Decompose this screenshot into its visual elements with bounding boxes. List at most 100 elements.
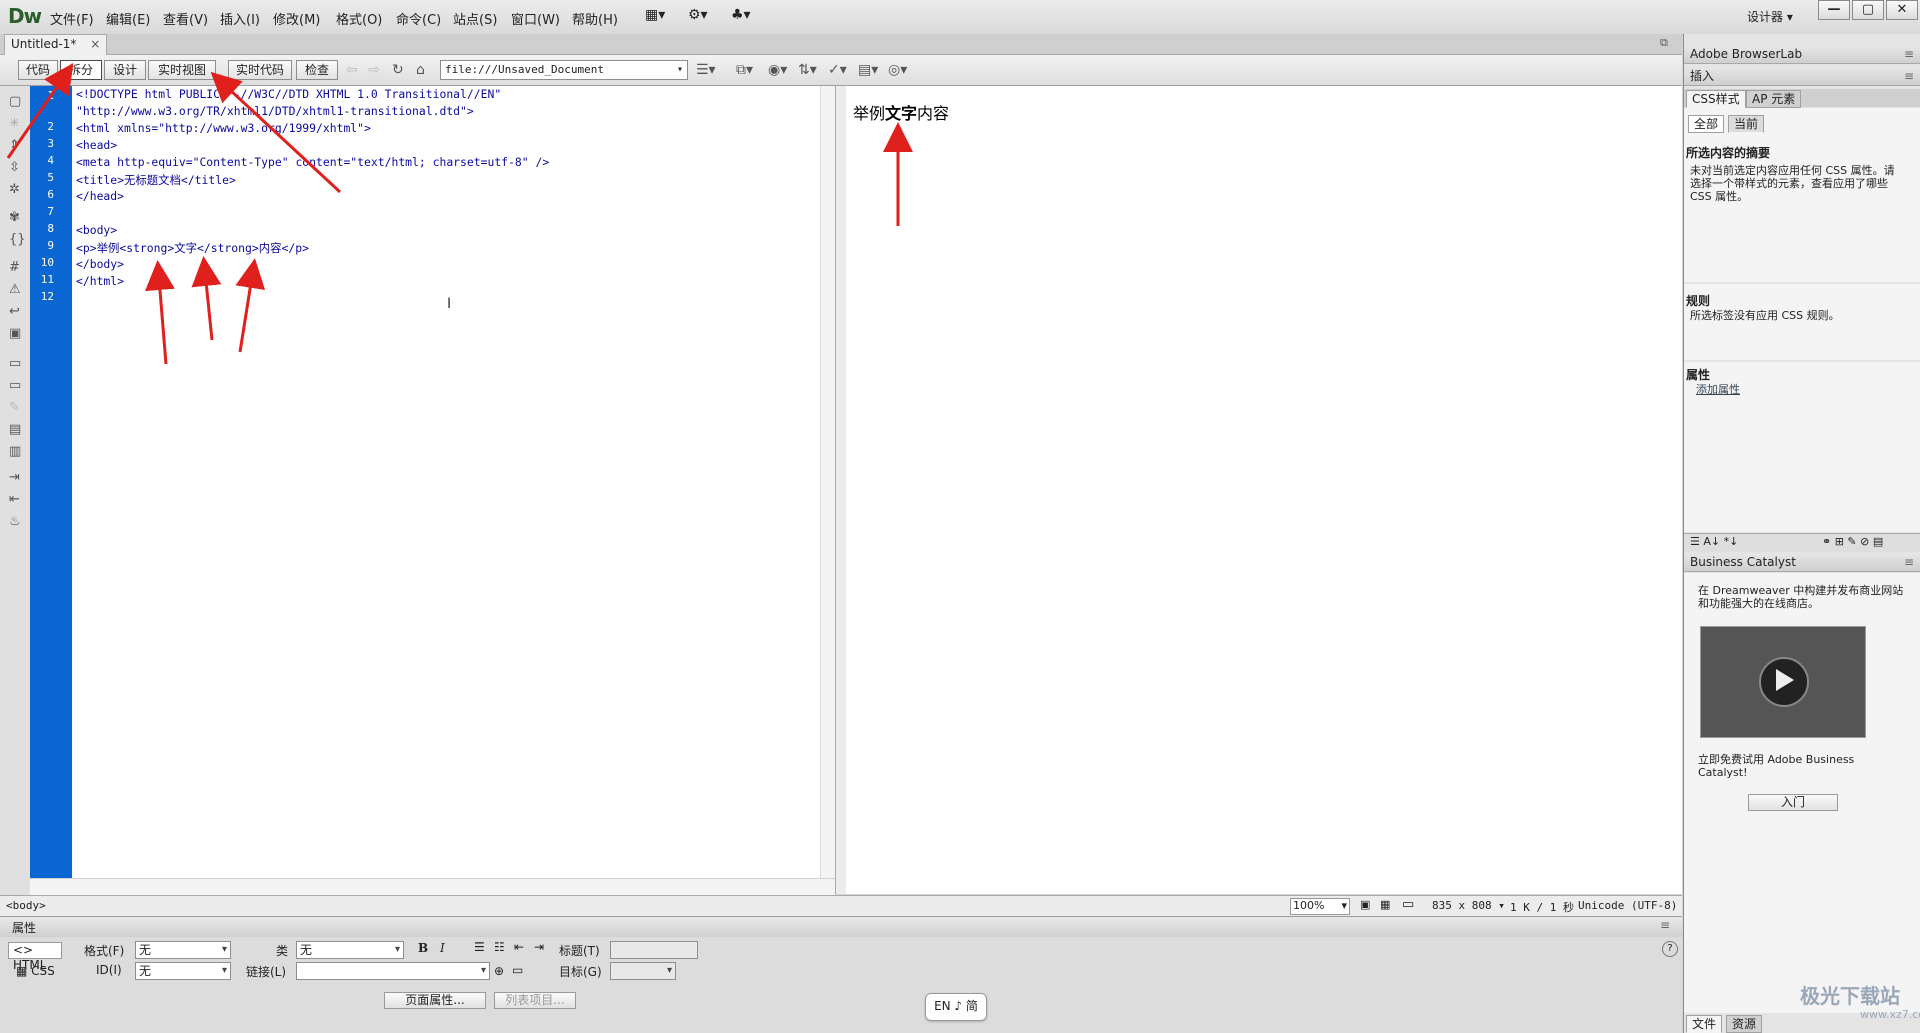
tab-ap-elements[interactable]: AP 元素 bbox=[1746, 90, 1802, 108]
recent-snippets-icon[interactable]: ▤ bbox=[9, 422, 21, 437]
word-wrap-icon[interactable]: ↩ bbox=[9, 304, 20, 319]
collapse-selection-icon[interactable]: ⇳ bbox=[9, 160, 20, 175]
zoom-select[interactable]: 100% ▾ bbox=[1290, 898, 1350, 915]
css-tab[interactable]: ▦ CSS bbox=[16, 964, 55, 978]
help-icon[interactable]: ? bbox=[1662, 941, 1678, 957]
menu-window[interactable]: 窗口(W) bbox=[511, 9, 560, 28]
category-view-icon[interactable]: ☰ A↓ *↓ bbox=[1690, 535, 1738, 548]
insert-panel-header[interactable]: 插入 ≡ bbox=[1684, 68, 1920, 86]
select-parent-tag-icon[interactable]: ✾ bbox=[9, 210, 20, 225]
expand-all-icon[interactable]: ✲ bbox=[9, 182, 20, 197]
code-horizontal-scrollbar[interactable] bbox=[30, 878, 835, 895]
open-documents-icon[interactable]: ▢ bbox=[9, 94, 21, 109]
apply-comment-icon[interactable]: ▭ bbox=[9, 356, 21, 371]
title-input[interactable] bbox=[610, 941, 698, 959]
restore-doc-icon[interactable]: ⧉ bbox=[1660, 36, 1668, 50]
menu-edit[interactable]: 编辑(E) bbox=[106, 9, 150, 28]
indent-icon[interactable]: ⇥ bbox=[534, 940, 544, 954]
address-options-icon[interactable]: ☰▾ bbox=[696, 62, 716, 78]
tag-selector[interactable]: <body> bbox=[6, 899, 46, 912]
menu-commands[interactable]: 命令(C) bbox=[396, 9, 441, 28]
outdent-icon[interactable]: ⇤ bbox=[9, 492, 20, 507]
address-dropdown-icon[interactable]: ▾ bbox=[677, 61, 683, 79]
file-management-icon[interactable]: ⇅▾ bbox=[798, 62, 817, 78]
hand-tool-icon[interactable]: ▦ bbox=[1380, 898, 1390, 911]
code-editor[interactable] bbox=[72, 86, 835, 878]
document-tab[interactable]: Untitled-1* × bbox=[4, 34, 108, 55]
css-actions-icon[interactable]: ⚭ ⊞ ✎ ⊘ ▤ bbox=[1822, 535, 1883, 548]
id-select[interactable]: 无 ▾ bbox=[135, 962, 231, 980]
line-numbers-icon[interactable]: # bbox=[9, 260, 20, 275]
select-tool-icon[interactable]: ▣ bbox=[1360, 898, 1370, 911]
tab-assets[interactable]: 资源 bbox=[1726, 1015, 1763, 1033]
design-view-button[interactable]: 设计 bbox=[104, 60, 146, 80]
class-select[interactable]: 无 ▾ bbox=[296, 941, 404, 959]
multiscreen-icon[interactable]: ⧉▾ bbox=[736, 62, 753, 78]
site-manager-icon[interactable]: ♣▾ bbox=[731, 7, 751, 23]
bc-video-thumbnail[interactable] bbox=[1700, 626, 1866, 738]
add-property-link[interactable]: 添加属性 bbox=[1696, 383, 1740, 396]
current-mode-button[interactable]: 当前 bbox=[1728, 115, 1765, 133]
wrap-tag-icon[interactable]: ✎ bbox=[9, 400, 20, 415]
collapse-tag-icon[interactable]: ⇕ bbox=[9, 138, 20, 153]
browse-folder-icon[interactable]: ▭ bbox=[512, 963, 523, 977]
italic-button[interactable]: I bbox=[440, 941, 445, 955]
preview-browser-icon[interactable]: ◉▾ bbox=[768, 62, 787, 78]
ordered-list-icon[interactable]: ☷ bbox=[494, 940, 505, 954]
bold-button[interactable]: B bbox=[418, 941, 428, 955]
live-view-button[interactable]: 实时视图 bbox=[148, 60, 216, 80]
business-catalyst-header[interactable]: Business Catalyst ≡ bbox=[1684, 554, 1920, 572]
tab-css-styles[interactable]: CSS样式 bbox=[1686, 90, 1746, 108]
menu-view[interactable]: 查看(V) bbox=[163, 9, 208, 28]
tab-files[interactable]: 文件 bbox=[1686, 1015, 1723, 1033]
close-window-button[interactable]: ✕ bbox=[1886, 0, 1918, 20]
forward-icon[interactable]: ⇨ bbox=[368, 62, 380, 78]
check-browser-icon[interactable]: ▤▾ bbox=[858, 62, 878, 78]
target-select[interactable]: ▾ bbox=[610, 962, 676, 980]
remove-comment-icon[interactable]: ▭ bbox=[9, 378, 21, 393]
minimize-button[interactable]: — bbox=[1818, 0, 1850, 20]
code-view-button[interactable]: 代码 bbox=[18, 60, 58, 80]
window-size[interactable]: 835 x 808 ▾ bbox=[1432, 899, 1505, 912]
refresh-icon[interactable]: ↻ bbox=[392, 62, 404, 78]
menu-help[interactable]: 帮助(H) bbox=[572, 9, 618, 28]
visual-aids-icon[interactable]: ◎▾ bbox=[888, 62, 907, 78]
browserlab-panel-header[interactable]: Adobe BrowserLab ≡ bbox=[1684, 46, 1920, 64]
all-mode-button[interactable]: 全部 bbox=[1688, 115, 1725, 133]
split-view-button[interactable]: 拆分 bbox=[60, 60, 102, 80]
inspect-button[interactable]: 检查 bbox=[296, 60, 338, 80]
format-source-icon[interactable]: ♨ bbox=[9, 514, 21, 529]
back-icon[interactable]: ⇦ bbox=[346, 62, 358, 78]
page-properties-button[interactable]: 页面属性... bbox=[384, 992, 486, 1009]
code-vertical-scrollbar[interactable] bbox=[820, 86, 836, 878]
workspace-switcher[interactable]: 设计器 ▾ bbox=[1747, 8, 1793, 25]
layout-icon[interactable]: ▦▾ bbox=[645, 7, 665, 23]
menu-modify[interactable]: 修改(M) bbox=[273, 9, 320, 28]
restore-button[interactable]: ▢ bbox=[1852, 0, 1884, 20]
unordered-list-icon[interactable]: ☰ bbox=[474, 940, 485, 954]
html-tab[interactable]: <> HTML bbox=[8, 942, 62, 972]
ime-indicator[interactable]: EN ♪ 简 bbox=[925, 993, 987, 1021]
live-code-button[interactable]: 实时代码 bbox=[228, 60, 292, 80]
outdent-icon[interactable]: ⇤ bbox=[514, 940, 524, 954]
highlight-invalid-icon[interactable]: ⚠ bbox=[9, 282, 21, 297]
move-css-icon[interactable]: ▥ bbox=[9, 444, 21, 459]
menu-insert[interactable]: 插入(I) bbox=[220, 9, 260, 28]
link-input[interactable]: ▾ bbox=[296, 962, 490, 980]
menu-file[interactable]: 文件(F) bbox=[50, 9, 94, 28]
balance-braces-icon[interactable]: {} bbox=[9, 232, 26, 247]
address-field[interactable]: file:///Unsaved_Document ▾ bbox=[440, 60, 688, 80]
show-code-navigator-icon[interactable]: ✳ bbox=[9, 116, 20, 131]
design-view[interactable] bbox=[846, 86, 1682, 894]
syntax-coloring-icon[interactable]: ▣ bbox=[9, 326, 21, 341]
bc-start-button[interactable]: 入门 bbox=[1748, 794, 1838, 811]
tab-close-icon[interactable]: × bbox=[90, 37, 100, 51]
design-paragraph[interactable]: 举例文字内容 bbox=[853, 100, 949, 124]
format-select[interactable]: 无 ▾ bbox=[135, 941, 231, 959]
menu-site[interactable]: 站点(S) bbox=[453, 9, 497, 28]
window-size-icon[interactable]: ▭ bbox=[1402, 897, 1414, 912]
gear-icon[interactable]: ⚙▾ bbox=[688, 7, 708, 23]
w3c-validation-icon[interactable]: ✓▾ bbox=[828, 62, 847, 78]
menu-format[interactable]: 格式(O) bbox=[336, 9, 382, 28]
home-icon[interactable]: ⌂ bbox=[416, 62, 425, 78]
